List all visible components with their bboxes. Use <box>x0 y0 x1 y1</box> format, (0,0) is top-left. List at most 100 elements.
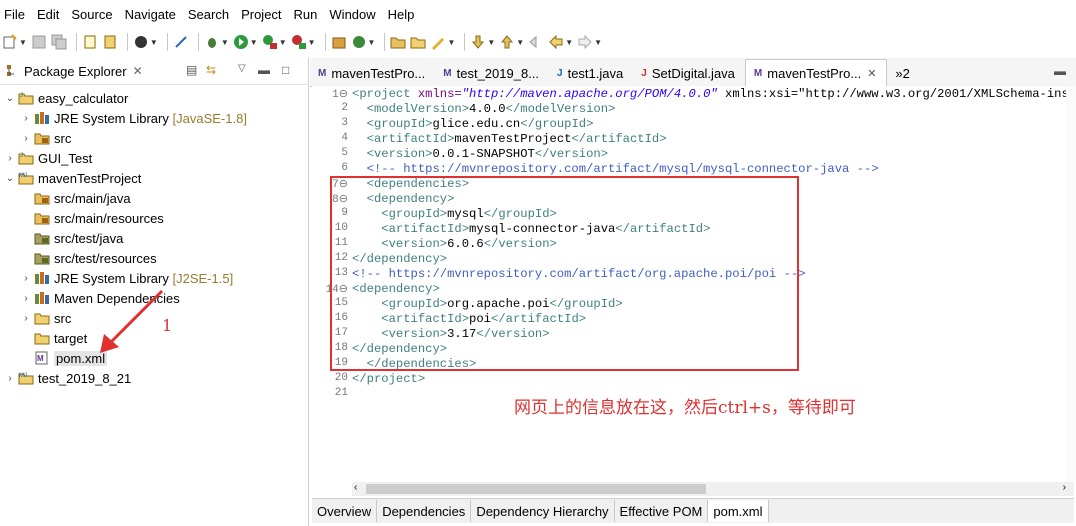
expanded-arrow-icon[interactable]: ⌄ <box>4 93 16 104</box>
tree-item-pom-xml[interactable]: M pom.xml <box>0 348 308 368</box>
view-menu-icon[interactable]: ▽ <box>238 63 246 74</box>
menu-search[interactable]: Search <box>184 7 237 22</box>
up-arrow-icon <box>501 35 514 49</box>
collapsed-arrow-icon[interactable]: › <box>4 153 16 164</box>
collapsed-arrow-icon[interactable]: › <box>20 133 32 144</box>
save-button[interactable] <box>31 31 47 53</box>
open-resource-button[interactable] <box>410 31 426 53</box>
overflow-label: »2 <box>895 65 910 81</box>
run-icon <box>233 35 248 49</box>
tree-item-src-test-java[interactable]: src/test/java <box>0 228 308 248</box>
code-line[interactable]: <project xmlns="http://maven.apache.org/… <box>352 87 1076 102</box>
save-all-button[interactable] <box>51 31 67 53</box>
new-class-button[interactable]: ▼ <box>351 31 375 53</box>
tree-item-src-2[interactable]: › src <box>0 308 308 328</box>
tab-pom-xml[interactable]: pom.xml <box>708 500 769 522</box>
minimize-icon[interactable]: ▬ <box>1054 64 1066 78</box>
vertical-scrollbar[interactable] <box>1066 86 1076 482</box>
breakpoint-button[interactable] <box>173 31 189 53</box>
back-button[interactable]: ▼ <box>548 31 573 53</box>
code-line[interactable]: <!-- https://mvnrepository.com/artifact/… <box>352 162 879 177</box>
run-button[interactable]: ▼ <box>233 31 258 53</box>
new-button[interactable]: ▼ <box>2 31 27 53</box>
collapsed-arrow-icon[interactable]: › <box>20 273 32 284</box>
menu-project[interactable]: Project <box>237 7 289 22</box>
tab-dependency-hierarchy[interactable]: Dependency Hierarchy <box>471 500 615 522</box>
maven-project-icon: MJ <box>18 373 34 385</box>
tab-maven-pom-active[interactable]: MmavenTestPro... ✕ <box>744 59 888 86</box>
link-editor-icon[interactable]: ⇆ <box>206 63 216 77</box>
tree-item-src[interactable]: › src <box>0 128 308 148</box>
code-line[interactable]: <version>0.0.1-SNAPSHOT</version> <box>352 147 608 162</box>
tab-test-2019[interactable]: Mtest_2019_8... <box>435 60 549 86</box>
code-line[interactable]: <modelVersion>4.0.0</modelVersion> <box>352 102 616 117</box>
debug-skip-button[interactable]: ▼ <box>133 31 158 53</box>
svg-text:M: M <box>37 354 44 363</box>
tab-effective-pom[interactable]: Effective POM <box>615 500 709 522</box>
collapsed-arrow-icon[interactable]: › <box>20 313 32 324</box>
tree-item-jre-library[interactable]: › JRE System Library [JavaSE-1.8] <box>0 108 308 128</box>
code-line[interactable]: <artifactId>mavenTestProject</artifactId… <box>352 132 667 147</box>
tree-item-src-test-resources[interactable]: src/test/resources <box>0 248 308 268</box>
maven-file-icon: M <box>318 67 327 79</box>
collapse-all-icon[interactable]: ▤ <box>186 63 197 77</box>
menu-source[interactable]: Source <box>67 7 120 22</box>
scroll-right-icon[interactable]: › <box>1063 482 1066 493</box>
java-project-icon: J <box>18 153 34 165</box>
collapsed-arrow-icon[interactable]: › <box>20 113 32 124</box>
tree-item-label: src/main/resources <box>54 210 164 226</box>
debug-button[interactable]: ▼ <box>204 31 229 53</box>
tab-maven-pom-1[interactable]: MmavenTestPro... <box>310 60 435 86</box>
new-package-button[interactable] <box>331 31 347 53</box>
tab-overview[interactable]: Overview <box>312 500 378 522</box>
folder-open-icon <box>390 37 406 49</box>
collapsed-arrow-icon[interactable]: › <box>4 373 16 384</box>
horizontal-scrollbar[interactable]: ‹ › <box>352 482 1074 496</box>
tab-label: test1.java <box>567 65 624 81</box>
forward-button[interactable]: ▼ <box>577 31 602 53</box>
scroll-left-icon[interactable]: ‹ <box>354 482 357 493</box>
maximize-icon[interactable]: □ <box>282 63 289 77</box>
menu-run[interactable]: Run <box>290 7 326 22</box>
tree-item-label: src <box>54 310 72 326</box>
code-line[interactable]: </project> <box>352 372 425 387</box>
clipboard-button[interactable] <box>102 31 118 53</box>
tree-item-gui-test[interactable]: › J GUI_Test <box>0 148 308 168</box>
tab-test1-java[interactable]: Jtest1.java <box>549 60 633 86</box>
last-edit-button[interactable] <box>528 31 544 53</box>
tree-item-maven-dependencies[interactable]: › Maven Dependencies <box>0 288 308 308</box>
open-type-button[interactable] <box>390 31 406 53</box>
tree-item-src-main-resources[interactable]: src/main/resources <box>0 208 308 228</box>
print-button[interactable] <box>82 31 98 53</box>
source-folder-icon <box>34 213 50 225</box>
coverage-button[interactable]: ▼ <box>291 31 316 53</box>
scrollbar-thumb[interactable] <box>366 484 706 494</box>
run-external-button[interactable]: ▼ <box>262 31 287 53</box>
menu-navigate[interactable]: Navigate <box>121 7 184 22</box>
tab-setdigital-java[interactable]: J SetDigital.java <box>633 60 745 86</box>
close-icon[interactable]: ✕ <box>867 67 876 80</box>
close-icon[interactable]: ✕ <box>133 64 143 78</box>
code-line[interactable]: <groupId>glice.edu.cn</groupId> <box>352 117 594 132</box>
tree-item-src-main-java[interactable]: src/main/java <box>0 188 308 208</box>
minimize-icon[interactable]: ▬ <box>258 63 270 77</box>
collapsed-arrow-icon[interactable]: › <box>20 293 32 304</box>
prev-annotation-button[interactable]: ▼ <box>499 31 524 53</box>
menu-help[interactable]: Help <box>384 7 423 22</box>
tree-item-jre-library-2[interactable]: › JRE System Library [J2SE-1.5] <box>0 268 308 288</box>
tab-overflow[interactable]: »2 <box>887 60 919 86</box>
tree-item-decoration: [J2SE-1.5] <box>172 270 234 286</box>
tree-item-easy-calculator[interactable]: ⌄ J easy_calculator <box>0 88 308 108</box>
tab-dependencies[interactable]: Dependencies <box>377 500 472 522</box>
library-icon <box>35 272 49 284</box>
tree-item-maven-test-project[interactable]: ⌄ MJ mavenTestProject <box>0 168 308 188</box>
tree-item-test-2019[interactable]: › MJ test_2019_8_21 <box>0 368 308 388</box>
tree-item-target[interactable]: target <box>0 328 308 348</box>
menu-file[interactable]: File <box>0 7 33 22</box>
tab-label: SetDigital.java <box>651 65 735 81</box>
expanded-arrow-icon[interactable]: ⌄ <box>4 173 16 184</box>
next-annotation-button[interactable]: ▼ <box>470 31 495 53</box>
pen-button[interactable]: ▼ <box>430 31 455 53</box>
menu-edit[interactable]: Edit <box>33 7 67 22</box>
menu-window[interactable]: Window <box>325 7 383 22</box>
